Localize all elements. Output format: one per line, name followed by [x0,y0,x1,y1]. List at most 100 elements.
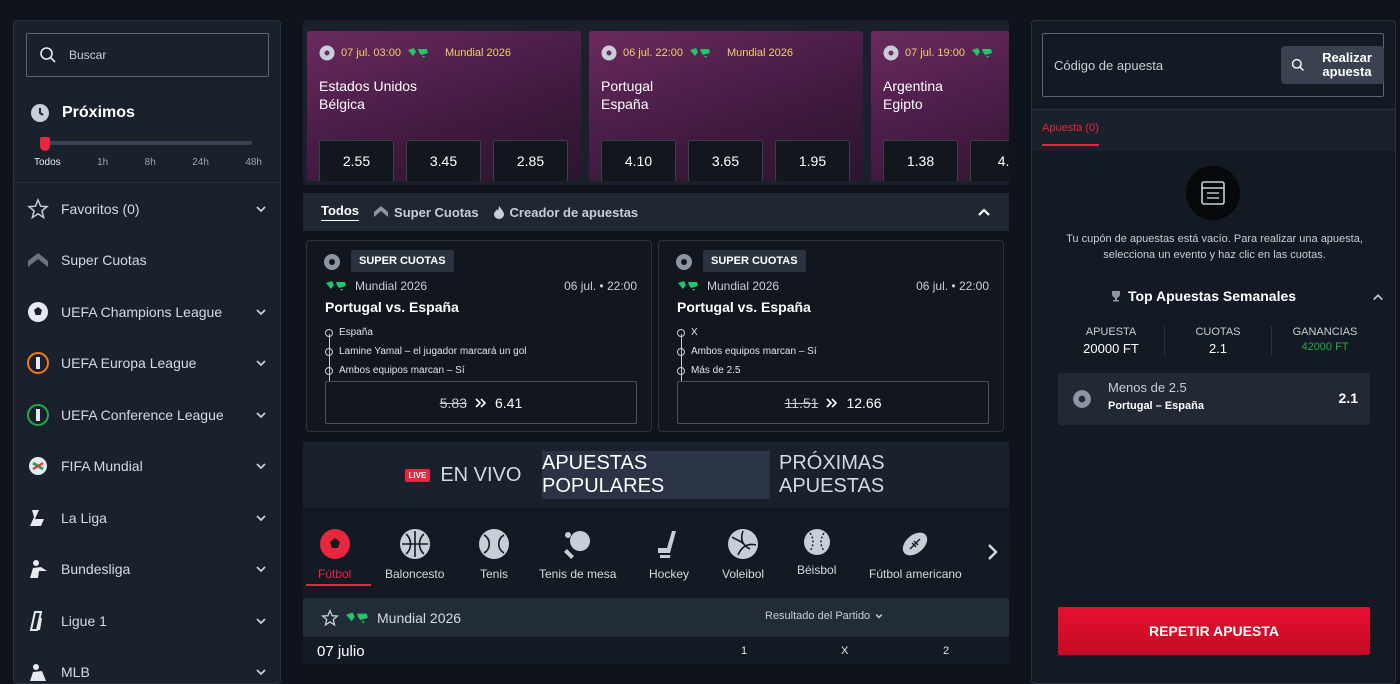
bet-code-input[interactable]: Código de apuesta Realizar apuesta [1042,33,1384,97]
sidebar-item-la-liga[interactable]: La Liga [14,492,280,544]
bet-leg: Ambos equipos marcan – Sí [677,342,817,361]
chevron-up-icon[interactable] [1372,291,1384,303]
competition-name: Mundial 2026 [355,279,428,293]
tab-live[interactable]: LIVE EN VIVO [373,451,553,499]
tab-label: PRÓXIMAS APUESTAS [779,452,885,497]
repeat-bet-button[interactable]: REPETIR APUESTA [1058,607,1370,655]
odd-button-2[interactable]: 2.85 [493,140,568,181]
odd-button-1[interactable]: 4.10 [601,140,676,181]
sidebar-item-conference-league[interactable]: UEFA Conference League [14,389,280,441]
super-odds-button[interactable]: 11.51 12.66 [677,381,989,424]
sidebar-item-ligue-1[interactable]: Ligue 1 [14,595,280,647]
chevron-rank-icon [26,248,50,272]
market-dropdown[interactable]: Resultado del Partido [765,610,884,622]
sidebar-item-favorites[interactable]: Favoritos (0) [14,183,280,235]
sport-tab-basketball[interactable]: Baloncesto [385,529,444,581]
world-map-icon [326,281,346,291]
new-odd: 6.41 [495,394,523,411]
tab-popular-bets[interactable]: APUESTAS POPULARES [542,451,770,499]
tab-upcoming-bets[interactable]: PRÓXIMAS APUESTAS [779,451,989,499]
featured-card[interactable]: 07 jul. 19:00 Argentina Egipto 1.38 4.0 [871,31,1009,181]
competition-name: Mundial 2026 [707,279,780,293]
search-input[interactable]: Buscar [26,33,269,77]
chevron-down-icon [875,614,883,619]
filter-all[interactable]: Todos [321,203,360,221]
stat-label: GANANCIAS [1292,326,1358,338]
chevron-right-icon[interactable] [987,543,999,561]
live-badge: LIVE [404,468,431,482]
home-team: Argentina [883,78,943,94]
odd-button-x[interactable]: 4.0 [970,140,1009,181]
match-time: 07 jul. 19:00 [905,47,965,59]
sport-label: Hockey [649,567,690,581]
clock-icon [31,104,49,122]
star-icon [26,197,50,221]
tab-bet[interactable]: Apuesta (0) [1042,122,1099,146]
stat-label: CUOTAS [1195,326,1241,338]
competition-name: Mundial 2026 [444,47,511,59]
sidebar-item-europa-league[interactable]: UEFA Europa League [14,338,280,390]
sidebar-item-mlb[interactable]: MLB [14,647,280,684]
time-filter-8h[interactable]: 8h [145,157,156,168]
sidebar-item-label: Favoritos (0) [61,200,140,217]
leg-label: Más de 2.5 [691,365,741,376]
time-filter-48h[interactable]: 48h [245,157,262,168]
time-filter-24h[interactable]: 24h [192,157,209,168]
match-title: Portugal vs. España [325,299,459,315]
sport-tab-tennis[interactable]: Tenis [479,529,509,581]
odd-button-x[interactable]: 3.45 [406,140,481,181]
super-odds-button[interactable]: 5.83 6.41 [325,381,637,424]
column-home: 1 [741,645,748,657]
star-icon[interactable] [321,608,339,627]
odd-button-x[interactable]: 3.65 [688,140,763,181]
stat-label: APUESTA [1085,326,1137,338]
odd-button-1[interactable]: 1.38 [883,140,958,181]
conference-trophy-icon [26,403,50,427]
time-slider-track[interactable] [42,141,252,145]
sport-label: Fútbol americano [869,567,962,581]
chevron-down-icon [256,206,266,213]
sport-tab-american-football[interactable]: Fútbol americano [869,529,962,581]
match-teams: Estados Unidos Bélgica [319,77,417,113]
sport-label: Baloncesto [385,567,445,581]
odd-button-2[interactable]: 1.95 [775,140,850,181]
upcoming-header: Próximos [30,103,135,123]
bet-code-placeholder: Código de apuesta [1054,58,1164,73]
filter-bet-builder[interactable]: Creador de apuestas [493,205,638,220]
featured-card[interactable]: 06 jul. 22:00 Mundial 2026 Portugal Espa… [589,31,863,181]
sport-tab-volleyball[interactable]: Voleibol [722,529,764,581]
sidebar-item-super-cuotas[interactable]: Super Cuotas [14,235,280,287]
odd-button-1[interactable]: 2.55 [319,140,394,181]
chevron-up-icon[interactable] [977,205,991,219]
legs-connector [680,353,682,381]
sidebar-item-label: La Liga [61,509,107,526]
filter-super-cuotas[interactable]: Super Cuotas [373,205,479,220]
featured-card[interactable]: 07 jul. 03:00 Mundial 2026 Estados Unido… [307,31,581,181]
match-meta: Mundial 2026 06 jul. • 22:00 [677,279,989,293]
bet-leg: España [325,323,527,342]
sports-bar: Fútbol Baloncesto Tenis Tenis de mesa Ho… [303,509,1009,597]
chevron-down-icon [256,309,266,316]
sidebar-item-champions-league[interactable]: UEFA Champions League [14,286,280,338]
competition-name: Mundial 2026 [726,47,793,59]
sidebar-item-label: UEFA Conference League [61,406,224,423]
sport-tab-table-tennis[interactable]: Tenis de mesa [539,529,616,581]
sport-tab-football[interactable]: Fútbol [318,529,351,581]
super-odds-badge: SUPER CUOTAS [703,250,806,272]
sport-tab-hockey[interactable]: Hockey [649,529,689,581]
betslip-tabs: Apuesta (0) [1032,109,1395,151]
match-teams: Argentina Egipto [883,77,943,113]
super-odds-card: SUPER CUOTAS Mundial 2026 06 jul. • 22:0… [306,240,652,432]
laliga-logo-icon [26,506,50,530]
time-filter-1h[interactable]: 1h [97,157,108,168]
soccer-ball-icon [676,254,692,270]
time-filter-all[interactable]: Todos [34,157,61,168]
chevron-down-icon [256,515,266,522]
sidebar-item-bundesliga[interactable]: Bundesliga [14,544,280,596]
sport-tab-baseball[interactable]: Béisbol [797,529,836,577]
time-slider-handle[interactable] [40,137,50,151]
place-bet-button[interactable]: Realizar apuesta [1281,46,1384,84]
sport-label: Béisbol [797,563,837,577]
match-datetime: 06 jul. • 22:00 [564,279,637,293]
sidebar-item-fifa-mundial[interactable]: FIFA Mundial [14,441,280,493]
